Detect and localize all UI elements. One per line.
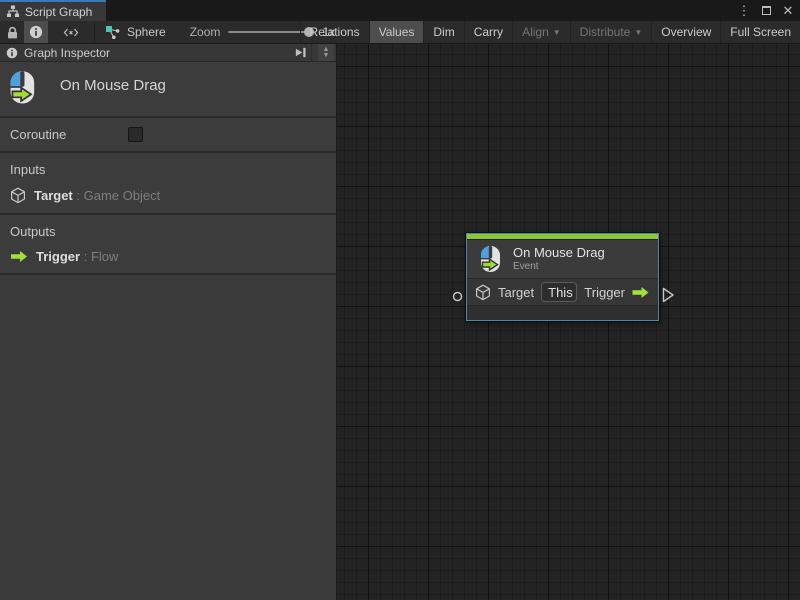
tab-bar: Script Graph ⋮ ✕ [0,0,800,21]
graph-context-breadcrumb[interactable]: Sphere [95,21,180,43]
node-header[interactable]: On Mouse Drag Event [467,240,658,279]
hierarchy-graph-icon [6,5,20,18]
coroutine-label: Coroutine [10,127,128,142]
inputs-heading: Inputs [10,162,326,177]
game-object-cube-icon [475,284,491,301]
lock-icon [5,25,20,40]
coroutine-row: Coroutine [0,118,336,153]
maximize-icon[interactable] [758,3,774,19]
target-value: This [542,285,577,300]
zoom-label: Zoom [190,25,221,39]
distribute-dropdown[interactable]: Distribute ▼ [570,21,652,43]
info-icon [6,47,18,59]
coroutine-checkbox[interactable] [128,127,143,142]
graph-canvas[interactable]: On Mouse Drag Event Target [337,44,800,600]
window-menu-icon[interactable]: ⋮ [736,3,752,19]
lock-button[interactable] [0,21,24,43]
outputs-heading: Outputs [10,224,326,239]
carry-button[interactable]: Carry [464,21,512,43]
inspector-empty-area [0,275,336,600]
code-icon [63,26,79,39]
unit-title: On Mouse Drag [60,70,166,94]
graph-inspector-header: Graph Inspector ▲ ▼ [0,44,336,62]
target-port-label: Target [498,285,534,300]
fullscreen-button[interactable]: Full Screen [720,21,800,43]
code-view-button[interactable] [48,21,94,43]
output-connector-triangle-icon[interactable] [662,287,675,303]
mouse-drag-icon [479,245,503,274]
input-port-definition: Target : Game Object [10,187,326,204]
trigger-port[interactable]: Trigger [584,285,650,300]
unit-title-section: On Mouse Drag [0,62,336,118]
overview-button[interactable]: Overview [651,21,720,43]
values-button[interactable]: Values [369,21,424,43]
graph-network-icon [105,25,121,40]
context-label: Sphere [127,25,166,39]
toolbar-right-group: Relations Values Dim Carry Align ▼ Distr… [300,21,800,43]
graph-inspector-panel: Graph Inspector ▲ ▼ [0,44,337,600]
trigger-port-label: Trigger [584,285,625,300]
mouse-drag-icon [8,70,38,106]
inspector-toggle-button[interactable] [24,21,48,43]
dock-right-icon [294,46,307,59]
toolbar-left-group [0,21,94,43]
tab-title: Script Graph [25,5,92,19]
window-controls: ⋮ ✕ [736,0,796,21]
flow-arrow-icon [10,250,28,263]
relations-button[interactable]: Relations [300,21,369,43]
node-port-row: Target This Trigger [467,279,658,306]
node-subtitle: Event [513,261,605,274]
node-footer [467,306,658,320]
on-mouse-drag-node[interactable]: On Mouse Drag Event Target [466,233,659,321]
panel-scroll-stepper[interactable]: ▲ ▼ [318,44,334,61]
close-icon[interactable]: ✕ [780,3,796,19]
scroll-down-icon[interactable]: ▼ [323,53,330,59]
output-port-definition: Trigger : Flow [10,249,326,264]
game-object-cube-icon [10,187,26,204]
target-value-chip[interactable]: This [541,282,577,302]
align-dropdown[interactable]: Align ▼ [512,21,570,43]
script-graph-window: Script Graph ⋮ ✕ [0,0,800,600]
info-icon [29,25,43,39]
chevron-down-icon: ▼ [634,29,642,37]
inputs-section: Inputs Target : Game Object [0,153,336,215]
input-connector-circle-icon[interactable] [452,291,463,302]
panel-title: Graph Inspector [24,46,284,60]
outputs-section: Outputs Trigger : Flow [0,215,336,275]
dim-button[interactable]: Dim [423,21,463,43]
chevron-down-icon: ▼ [553,29,561,37]
node-title: On Mouse Drag [513,245,605,261]
graph-toolbar: Sphere Zoom 1x Relations Values Dim Carr… [0,21,800,44]
tab-script-graph[interactable]: Script Graph [0,0,106,21]
dock-panel-button[interactable] [290,44,312,61]
flow-arrow-icon [631,286,650,299]
